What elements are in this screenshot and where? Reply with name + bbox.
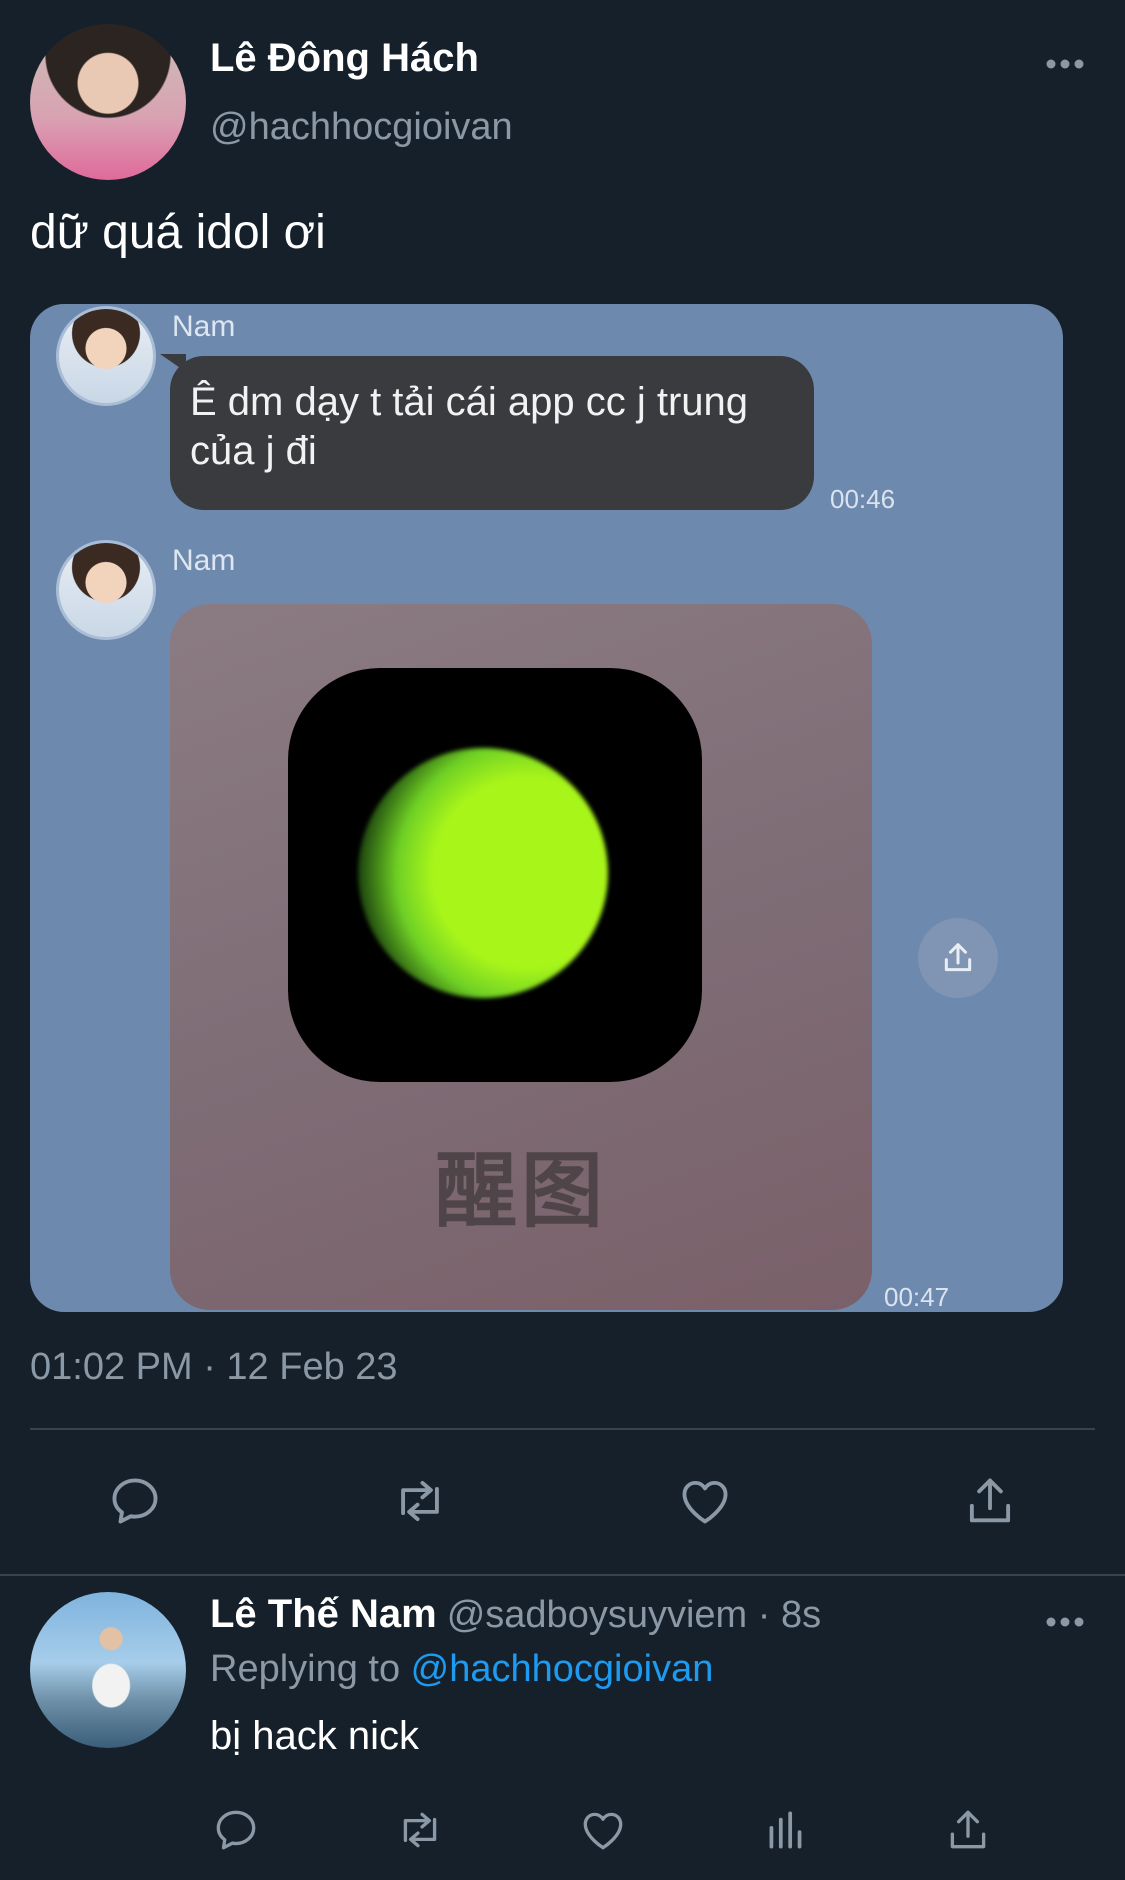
more-options-icon[interactable]	[1045, 1616, 1085, 1628]
reply-retweet-button[interactable]	[384, 1798, 456, 1862]
reply-like-button[interactable]	[567, 1798, 639, 1862]
more-options-icon[interactable]	[1045, 58, 1085, 70]
retweet-button[interactable]	[380, 1466, 460, 1536]
replying-to-handle-link[interactable]: @hachhocgioivan	[411, 1648, 714, 1690]
chat-sender-name: Nam	[172, 544, 236, 577]
tweet-text: dữ quá idol ơi	[30, 206, 326, 259]
reply-icon	[216, 1810, 256, 1850]
reply-icon	[112, 1478, 158, 1524]
replying-to-label: Replying to	[210, 1648, 411, 1690]
reply-button[interactable]	[95, 1466, 175, 1536]
reply-text: bị hack nick	[210, 1714, 419, 1758]
tweet-image[interactable]: Nam Ê dm dạy t tải cái app cc j trung củ…	[30, 304, 1063, 1312]
replying-to: Replying to @hachhocgioivan	[210, 1648, 713, 1691]
share-icon	[969, 1478, 1011, 1523]
chat-message-bubble: Ê dm dạy t tải cái app cc j trung của j …	[170, 356, 814, 510]
reply-reply-button[interactable]	[200, 1798, 272, 1862]
share-button[interactable]	[950, 1466, 1030, 1536]
chat-share-icon	[918, 918, 998, 998]
chat-time: 00:46	[830, 484, 896, 514]
divider	[0, 1574, 1125, 1576]
reply-author-avatar[interactable]	[30, 1592, 186, 1748]
author-avatar[interactable]	[30, 24, 186, 180]
chat-avatar	[56, 540, 156, 640]
glow-circle-icon	[358, 748, 608, 998]
retweet-icon	[401, 1480, 439, 1522]
reply-header: Lê Thế Nam @sadboysuyviem · 8s	[210, 1592, 821, 1637]
retweet-icon	[403, 1812, 437, 1848]
app-name-label: 醒图	[434, 1146, 607, 1237]
author-handle[interactable]: @hachhocgioivan	[210, 106, 513, 149]
share-icon	[950, 1810, 986, 1849]
app-icon	[288, 668, 702, 1082]
like-button[interactable]	[665, 1466, 745, 1536]
divider	[30, 1428, 1095, 1430]
chat-avatar	[56, 306, 156, 406]
reply-analytics-button[interactable]	[750, 1798, 822, 1862]
chat-photo-message: 醒图	[170, 604, 872, 1310]
heart-icon	[682, 1480, 728, 1524]
chat-time: 00:47	[884, 1282, 950, 1312]
analytics-icon	[769, 1811, 802, 1849]
heart-icon	[583, 1812, 623, 1850]
reply-author-name[interactable]: Lê Thế Nam	[210, 1592, 437, 1636]
tweet-timestamp[interactable]: 01:02 PM · 12 Feb 23	[30, 1346, 398, 1389]
author-name[interactable]: Lê Đông Hách	[210, 36, 479, 81]
reply-share-button[interactable]	[932, 1798, 1004, 1862]
reply-handle-time[interactable]: @sadboysuyviem · 8s	[447, 1594, 821, 1636]
chat-sender-name: Nam	[172, 310, 236, 343]
